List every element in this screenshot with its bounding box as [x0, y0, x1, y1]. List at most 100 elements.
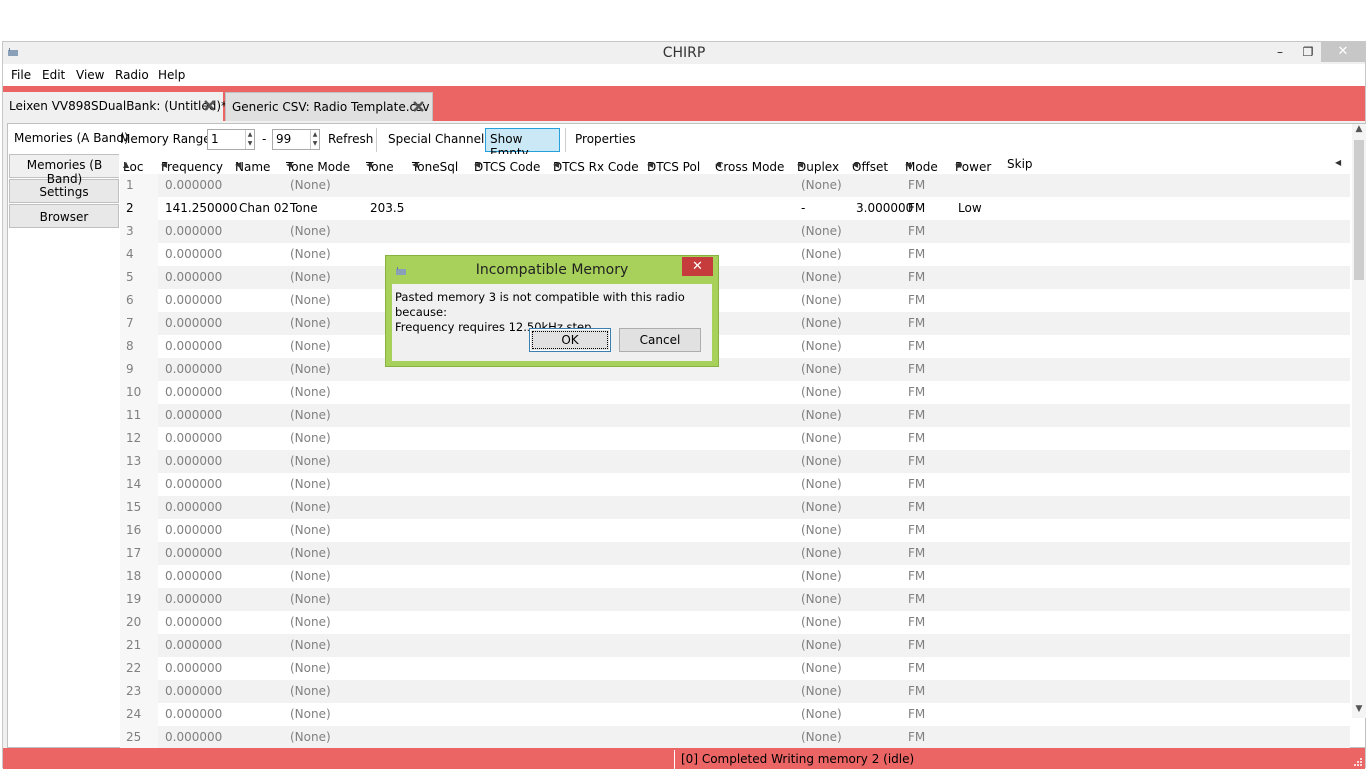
- menu-file[interactable]: File: [11, 68, 31, 82]
- cell-tone-mode[interactable]: (None): [290, 178, 331, 192]
- cell-loc[interactable]: 17: [126, 546, 141, 560]
- cell-tone[interactable]: 203.5: [370, 201, 404, 215]
- cell-duplex[interactable]: (None): [801, 293, 842, 307]
- cell-mode[interactable]: FM: [908, 224, 925, 238]
- cancel-button[interactable]: Cancel: [619, 328, 701, 352]
- cell-loc[interactable]: 4: [126, 247, 134, 261]
- cell-mode[interactable]: FM: [908, 362, 925, 376]
- cell-duplex[interactable]: (None): [801, 684, 842, 698]
- menu-radio[interactable]: Radio: [115, 68, 149, 82]
- cell-frequency[interactable]: 0.000000: [165, 569, 222, 583]
- table-row[interactable]: 25 0.000000 (None) (None) FM: [120, 726, 1350, 748]
- cell-mode[interactable]: FM: [908, 270, 925, 284]
- table-row[interactable]: 5 0.000000 (None) (None) FM: [120, 266, 1350, 289]
- table-row[interactable]: 15 0.000000 (None) (None) FM: [120, 496, 1350, 519]
- cell-duplex[interactable]: (None): [801, 523, 842, 537]
- cell-mode[interactable]: FM: [908, 293, 925, 307]
- cell-frequency[interactable]: 0.000000: [165, 293, 222, 307]
- tab-memories-a-band[interactable]: Memories (A Band): [12, 131, 131, 145]
- cell-frequency[interactable]: 0.000000: [165, 362, 222, 376]
- cell-frequency[interactable]: 0.000000: [165, 385, 222, 399]
- maximize-button[interactable]: ❐: [1293, 42, 1323, 62]
- range-to-input[interactable]: 99 ▲ ▼: [272, 129, 320, 150]
- vertical-scrollbar[interactable]: ▲ ▼: [1352, 124, 1366, 718]
- table-row[interactable]: 13 0.000000 (None) (None) FM: [120, 450, 1350, 473]
- table-row[interactable]: 16 0.000000 (None) (None) FM: [120, 519, 1350, 542]
- cell-tone-mode[interactable]: (None): [290, 293, 331, 307]
- cell-loc[interactable]: 19: [126, 592, 141, 606]
- cell-loc[interactable]: 12: [126, 431, 141, 445]
- special-channels-button[interactable]: Special Channels: [388, 132, 491, 146]
- cell-frequency[interactable]: 0.000000: [165, 661, 222, 675]
- menu-edit[interactable]: Edit: [42, 68, 65, 82]
- cell-loc[interactable]: 2: [126, 201, 134, 215]
- cell-tone-mode[interactable]: (None): [290, 569, 331, 583]
- properties-button[interactable]: Properties: [575, 132, 636, 146]
- table-row[interactable]: 22 0.000000 (None) (None) FM: [120, 657, 1350, 680]
- table-row[interactable]: 8 0.000000 (None) (None) FM: [120, 335, 1350, 358]
- title-bar[interactable]: CHIRP – ❐ ✕: [3, 42, 1365, 64]
- cell-frequency[interactable]: 0.000000: [165, 224, 222, 238]
- cell-mode[interactable]: FM: [908, 454, 925, 468]
- cell-tone-mode[interactable]: (None): [290, 362, 331, 376]
- ok-button[interactable]: OK: [529, 328, 611, 352]
- scroll-up-icon[interactable]: ▲: [1352, 124, 1366, 138]
- scroll-thumb[interactable]: [1354, 140, 1364, 280]
- memory-grid[interactable]: Loc ▲ Frequency ◀ Name ◀ Tone Mode ◀ Ton…: [120, 154, 1350, 748]
- cell-duplex[interactable]: (None): [801, 362, 842, 376]
- cell-tone-mode[interactable]: (None): [290, 500, 331, 514]
- cell-loc[interactable]: 23: [126, 684, 141, 698]
- table-row[interactable]: 11 0.000000 (None) (None) FM: [120, 404, 1350, 427]
- tab-leixen[interactable]: Leixen VV898SDualBank: (Untitled)*: [3, 92, 227, 121]
- tab-memories-b-band[interactable]: Memories (B Band): [9, 154, 119, 186]
- table-row[interactable]: 21 0.000000 (None) (None) FM: [120, 634, 1350, 657]
- tab-close-icon[interactable]: [412, 100, 425, 113]
- cell-tone-mode[interactable]: (None): [290, 730, 331, 744]
- cell-mode[interactable]: FM: [908, 523, 925, 537]
- cell-tone-mode[interactable]: (None): [290, 684, 331, 698]
- refresh-button[interactable]: Refresh: [328, 132, 373, 146]
- table-row[interactable]: 19 0.000000 (None) (None) FM: [120, 588, 1350, 611]
- cell-loc[interactable]: 5: [126, 270, 134, 284]
- cell-frequency[interactable]: 0.000000: [165, 730, 222, 744]
- cell-duplex[interactable]: (None): [801, 592, 842, 606]
- cell-loc[interactable]: 14: [126, 477, 141, 491]
- cell-frequency[interactable]: 0.000000: [165, 592, 222, 606]
- table-row[interactable]: 17 0.000000 (None) (None) FM: [120, 542, 1350, 565]
- tab-close-icon[interactable]: [203, 99, 216, 112]
- table-row[interactable]: 1 0.000000 (None) (None) FM: [120, 174, 1350, 197]
- cell-tone-mode[interactable]: (None): [290, 523, 331, 537]
- cell-loc[interactable]: 3: [126, 224, 134, 238]
- cell-frequency[interactable]: 0.000000: [165, 408, 222, 422]
- cell-tone-mode[interactable]: (None): [290, 638, 331, 652]
- cell-loc[interactable]: 20: [126, 615, 141, 629]
- cell-duplex[interactable]: (None): [801, 638, 842, 652]
- cell-tone-mode[interactable]: (None): [290, 592, 331, 606]
- cell-mode[interactable]: FM: [908, 385, 925, 399]
- cell-duplex[interactable]: (None): [801, 339, 842, 353]
- cell-frequency[interactable]: 0.000000: [165, 270, 222, 284]
- cell-mode[interactable]: FM: [908, 730, 925, 744]
- cell-tone-mode[interactable]: (None): [290, 661, 331, 675]
- cell-tone-mode[interactable]: (None): [290, 270, 331, 284]
- range-from-input[interactable]: 1 ▲ ▼: [207, 129, 255, 150]
- cell-frequency[interactable]: 0.000000: [165, 500, 222, 514]
- cell-frequency[interactable]: 0.000000: [165, 707, 222, 721]
- cell-mode[interactable]: FM: [908, 477, 925, 491]
- cell-mode[interactable]: FM: [908, 615, 925, 629]
- table-row[interactable]: 20 0.000000 (None) (None) FM: [120, 611, 1350, 634]
- table-row[interactable]: 12 0.000000 (None) (None) FM: [120, 427, 1350, 450]
- cell-tone-mode[interactable]: (None): [290, 615, 331, 629]
- cell-duplex[interactable]: (None): [801, 385, 842, 399]
- cell-duplex[interactable]: (None): [801, 431, 842, 445]
- cell-loc[interactable]: 25: [126, 730, 141, 744]
- table-row[interactable]: 10 0.000000 (None) (None) FM: [120, 381, 1350, 404]
- table-row[interactable]: 9 0.000000 (None) (None) FM: [120, 358, 1350, 381]
- cell-offset[interactable]: 3.000000: [856, 201, 913, 215]
- cell-loc[interactable]: 21: [126, 638, 141, 652]
- cell-frequency[interactable]: 0.000000: [165, 523, 222, 537]
- resize-grip-icon[interactable]: [1353, 757, 1363, 767]
- cell-duplex[interactable]: (None): [801, 500, 842, 514]
- menu-view[interactable]: View: [76, 68, 104, 82]
- cell-duplex[interactable]: (None): [801, 247, 842, 261]
